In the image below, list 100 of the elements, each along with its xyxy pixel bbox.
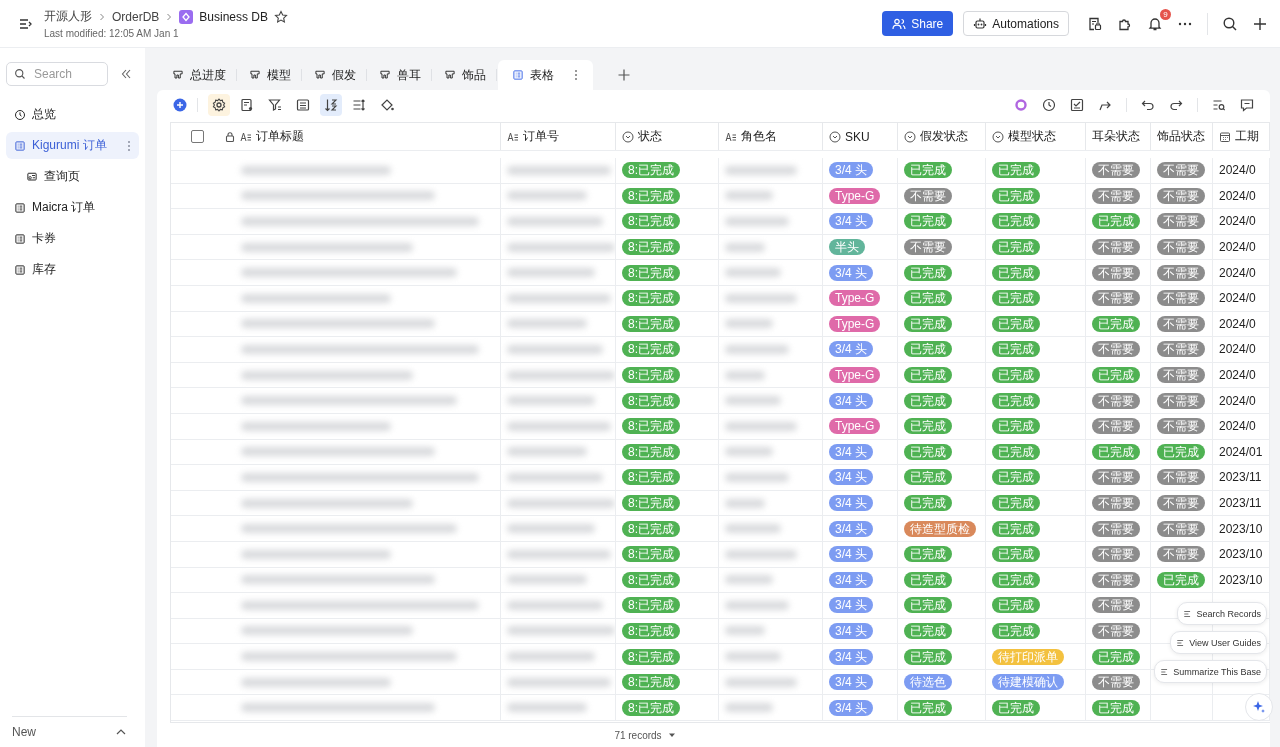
sidebar-item[interactable]: Maicra 订单: [6, 194, 139, 221]
column-header[interactable]: 耳朵状态: [1092, 128, 1140, 145]
form-icon: [26, 170, 38, 183]
status-tag: 3/4 头: [829, 341, 873, 358]
status-tag: 不需要: [904, 187, 952, 204]
bell-icon[interactable]: [1147, 15, 1163, 32]
select-all-checkbox[interactable]: [191, 130, 204, 143]
status-tag: 8:已完成: [622, 162, 680, 179]
search-field[interactable]: Search: [6, 62, 108, 86]
date-cell: 2023/10: [1219, 572, 1263, 587]
date-cell: 2024/0: [1219, 316, 1256, 331]
column-header[interactable]: 订单标题: [256, 128, 304, 145]
status-tag: 待造型质检: [904, 520, 976, 537]
chevron-right-icon: [98, 12, 106, 21]
settings-icon[interactable]: [208, 94, 230, 116]
kanban-icon: [379, 69, 391, 81]
date-cell: 2024/0: [1219, 291, 1256, 306]
view-tab[interactable]: 总进度: [161, 60, 238, 90]
table-icon: [14, 201, 26, 214]
base-title: Business DB: [199, 9, 269, 24]
assistant-suggestion[interactable]: Search Records: [1177, 602, 1267, 625]
share-button[interactable]: Share: [882, 11, 954, 36]
status-tag: 已完成: [904, 623, 952, 639]
status-tag: 已完成: [904, 392, 952, 409]
view-tab[interactable]: 假发: [303, 60, 368, 90]
date-cell: 2023/10: [1219, 521, 1263, 536]
column-header[interactable]: 角色名: [741, 128, 777, 145]
status-tag: 已完成: [904, 571, 952, 588]
view-tab[interactable]: 表格: [498, 60, 593, 90]
column-header[interactable]: 状态: [638, 128, 662, 145]
add-icon[interactable]: [1252, 15, 1268, 32]
status-tag: 不需要: [1157, 469, 1205, 486]
view-tab[interactable]: 模型: [238, 60, 303, 90]
assistant-suggestion[interactable]: View User Guides: [1170, 631, 1267, 654]
table-icon: [14, 139, 26, 152]
status-tag: 已完成: [904, 469, 952, 486]
status-tag: 不需要: [1092, 418, 1140, 435]
status-tag: 不需要: [1092, 597, 1140, 614]
select-field-icon: [622, 130, 634, 143]
status-tag: 待建模确认: [992, 674, 1064, 691]
document-lock-icon[interactable]: [1087, 15, 1103, 32]
select-field-icon: [829, 130, 841, 143]
status-tag: 8:已完成: [622, 443, 680, 460]
collapse-icon[interactable]: [120, 68, 132, 80]
status-tag: 已完成: [1092, 367, 1140, 384]
status-tag: 已完成: [904, 495, 952, 511]
blurred-text: [725, 293, 797, 303]
blurred-text: [725, 165, 797, 175]
search-icon[interactable]: [1222, 15, 1238, 32]
status-tag: 不需要: [1092, 546, 1140, 563]
breadcrumb-link[interactable]: OrderDB: [112, 9, 160, 24]
add-tab-icon[interactable]: [617, 68, 631, 82]
sidebar-item[interactable]: 查询页: [6, 163, 139, 190]
date-cell: 2024/0: [1219, 419, 1256, 434]
notification-badge: 9: [1160, 8, 1171, 20]
status-tag: 3/4 头: [829, 469, 873, 486]
date-cell: 2024/0: [1219, 342, 1256, 357]
breadcrumb-link[interactable]: 开源人形: [44, 8, 92, 25]
sidebar-item[interactable]: Kigurumi 订单: [6, 132, 139, 159]
column-header[interactable]: SKU: [845, 129, 870, 144]
star-icon[interactable]: [274, 9, 289, 24]
column-header[interactable]: 饰品状态: [1157, 128, 1205, 145]
column-header[interactable]: 假发状态: [920, 128, 968, 145]
sidebar-item[interactable]: 库存: [6, 256, 139, 283]
view-tab[interactable]: 兽耳: [368, 60, 433, 90]
status-tag: 已完成: [992, 597, 1040, 614]
column-header[interactable]: 订单号: [523, 128, 559, 145]
status-tag: 不需要: [1092, 290, 1140, 307]
automations-button[interactable]: Automations: [963, 11, 1069, 36]
status-tag: 不需要: [1092, 341, 1140, 358]
status-tag: 已完成: [992, 264, 1040, 281]
new-label[interactable]: New: [12, 725, 36, 739]
column-header[interactable]: 工期: [1235, 128, 1259, 145]
record-count[interactable]: 71 records: [614, 729, 662, 741]
status-tag: 已完成: [992, 546, 1040, 563]
status-tag: 8:已完成: [622, 290, 680, 307]
status-tag: 8:已完成: [622, 264, 680, 281]
status-tag: 不需要: [1157, 418, 1205, 435]
view-tab[interactable]: 饰品: [433, 60, 498, 90]
status-tag: 不需要: [1092, 520, 1140, 537]
date-cell: 2024/0: [1219, 163, 1256, 178]
select-field-icon: [904, 130, 916, 143]
status-tag: 不需要: [1092, 469, 1140, 486]
chevron-right-icon: [165, 12, 174, 21]
sidebar-item[interactable]: 总览: [6, 101, 139, 128]
sort-icon[interactable]: [320, 94, 342, 116]
caret-down-icon[interactable]: [667, 731, 676, 739]
status-tag: 8:已完成: [622, 469, 680, 486]
column-header[interactable]: 模型状态: [1008, 128, 1056, 145]
add-record-icon[interactable]: [173, 98, 187, 112]
date-cell: 2024/0: [1219, 188, 1256, 203]
status-tag: 已完成: [1092, 699, 1140, 716]
status-tag: 不需要: [1092, 239, 1140, 256]
assistant-suggestion[interactable]: Summarize This Base: [1154, 660, 1267, 683]
status-tag: 8:已完成: [622, 674, 680, 691]
sidebar-item[interactable]: 卡券: [6, 225, 139, 252]
ai-assistant-button[interactable]: [1245, 693, 1273, 721]
status-tag: 已完成: [992, 699, 1040, 716]
status-tag: Type-G: [829, 418, 881, 435]
status-tag: 已完成: [1157, 571, 1205, 588]
